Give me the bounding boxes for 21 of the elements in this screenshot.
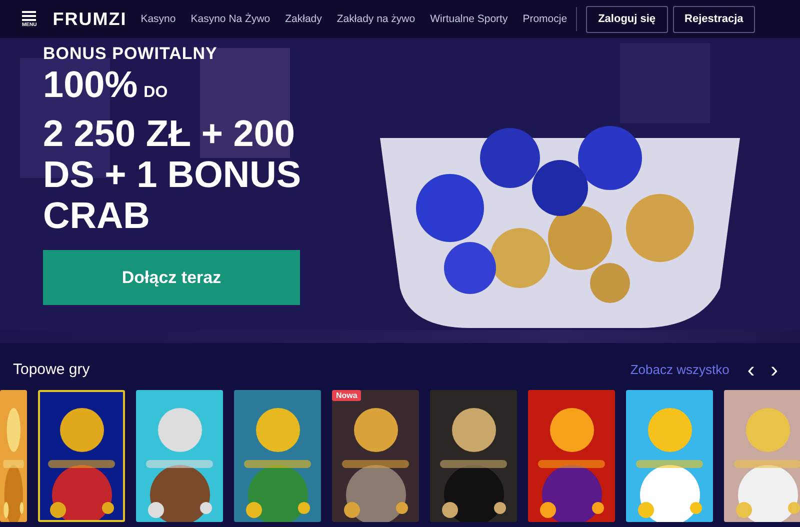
previous-button[interactable]: ‹ <box>739 362 763 378</box>
login-button[interactable]: Zaloguj się <box>586 6 668 32</box>
nav-link[interactable]: Kasyno Na Żywo <box>190 13 270 25</box>
bonus-title: 2 250 ZŁ + 200 <box>43 113 296 154</box>
section-title: Topowe gry <box>13 361 91 378</box>
nav-link[interactable]: Zakłady na żywo <box>336 13 416 25</box>
bonus-title: DS + 1 BONUS <box>43 154 302 195</box>
nav-link[interactable]: Wirtualne Sporty <box>430 13 508 25</box>
new-badge: Nowa <box>332 390 362 401</box>
bonus-eyebrow: BONUS POWITALNY <box>43 44 218 64</box>
see-all-link[interactable]: Zobacz wszystko <box>630 362 730 377</box>
next-button[interactable]: › <box>762 362 786 378</box>
menu-icon <box>22 10 36 20</box>
nav-link[interactable]: Kasyno <box>140 13 176 25</box>
register-button[interactable]: Rejestracja <box>672 6 756 32</box>
logo[interactable]: FRUMZI <box>52 8 127 30</box>
nav-link[interactable]: Promocje <box>522 13 568 25</box>
bonus-title: CRAB <box>43 195 151 236</box>
nav-link[interactable]: Zakłady <box>285 13 322 25</box>
join-button[interactable]: Dołącz teraz <box>43 250 300 305</box>
bonus-amount: 100% DO <box>43 64 169 107</box>
